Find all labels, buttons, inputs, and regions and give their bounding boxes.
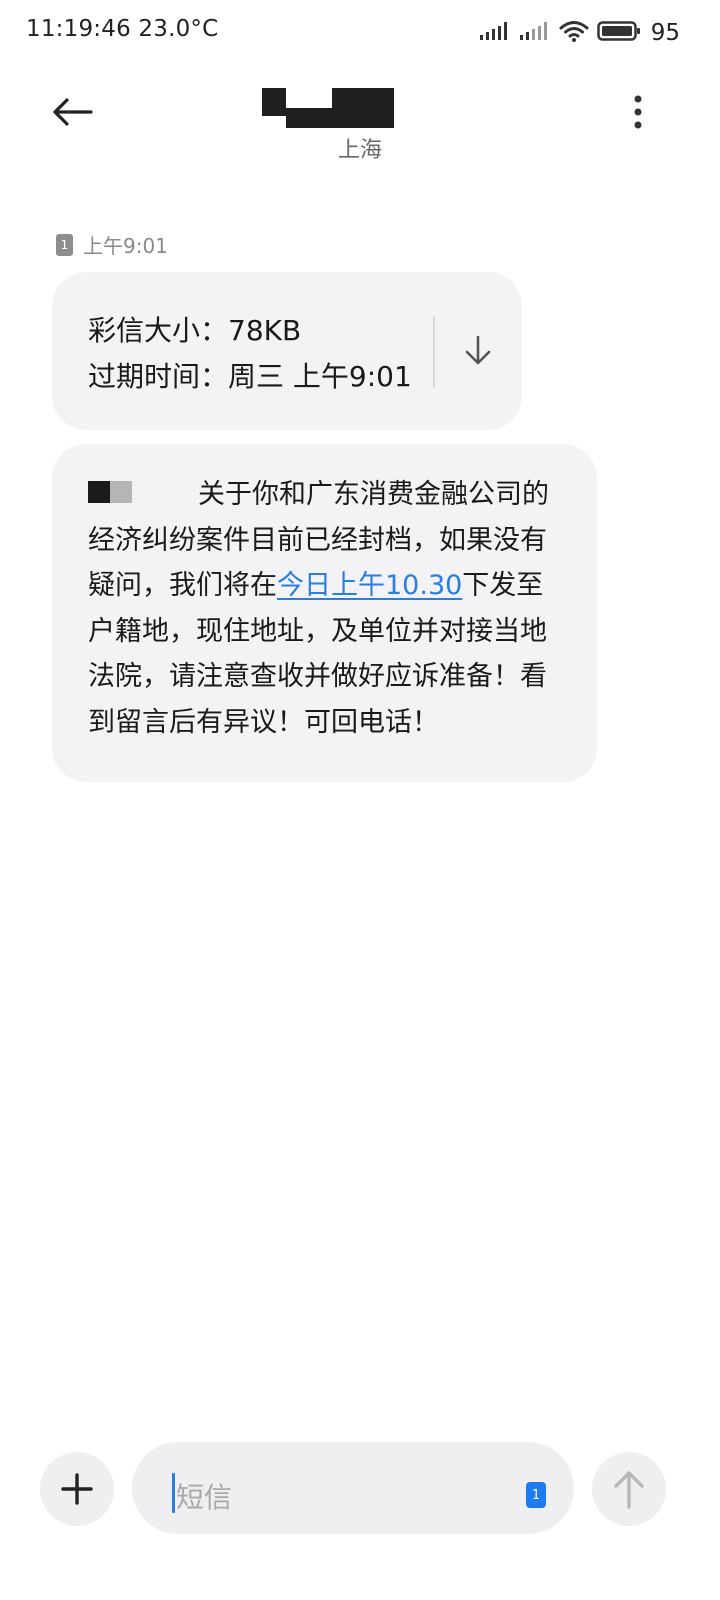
- message-input-placeholder: 短信: [176, 1481, 233, 1514]
- conversation-header: 上海: [0, 72, 720, 172]
- contact-location: 上海: [337, 138, 382, 163]
- sms-conversation-screen: 11:19:46 23.0°C 95 上海 1 上午9:01 彩信大小：78KB…: [0, 0, 720, 1600]
- signal-icon: [479, 21, 511, 45]
- message-body: 关于你和广东消费金融公司的 经济纠纷案件目前已经封档，如果没有 疑问，我们将在今…: [88, 472, 568, 745]
- battery-level: 95: [650, 20, 680, 46]
- message-line: 疑问，我们将在今日上午10.30下发至: [88, 570, 544, 601]
- plus-icon: [61, 1473, 93, 1505]
- message-bubble[interactable]: 关于你和广东消费金融公司的 经济纠纷案件目前已经封档，如果没有 疑问，我们将在今…: [52, 444, 597, 782]
- mms-info: 彩信大小：78KB 过期时间：周三 上午9:01: [88, 308, 412, 400]
- add-attachment-button[interactable]: [40, 1452, 114, 1526]
- more-options-button[interactable]: [618, 90, 658, 134]
- mms-download-button[interactable]: [456, 328, 500, 372]
- message-input[interactable]: 短信 1: [132, 1442, 574, 1534]
- sim-card-icon[interactable]: 1: [526, 1482, 546, 1508]
- message-line: 到留言后有异议！可回电话！: [88, 706, 439, 738]
- contact-name-redacted[interactable]: [262, 88, 414, 132]
- back-arrow-icon: [53, 98, 93, 126]
- message-timestamp: 上午9:01: [83, 234, 168, 258]
- send-arrow-icon: [614, 1471, 644, 1509]
- status-icons: 95: [479, 18, 680, 48]
- status-bar: 11:19:46 23.0°C 95: [0, 0, 720, 64]
- download-arrow-icon: [465, 335, 491, 365]
- mms-message-card[interactable]: 彩信大小：78KB 过期时间：周三 上午9:01: [52, 272, 522, 430]
- signal-icon-secondary: [519, 21, 551, 45]
- time-link[interactable]: 今日上午10.30: [277, 570, 462, 601]
- more-vert-icon: [634, 95, 642, 129]
- send-button[interactable]: [592, 1452, 666, 1526]
- sim-card-icon: 1: [56, 233, 73, 256]
- status-time-temperature: 11:19:46 23.0°C: [26, 16, 219, 42]
- message-line: 户籍地，现住地址，及单位并对接当地: [88, 615, 547, 647]
- message-line: 关于你和广东消费金融公司的: [88, 472, 568, 518]
- battery-icon: [596, 20, 641, 46]
- redacted-text: [88, 480, 132, 503]
- text-caret: [172, 1473, 175, 1513]
- mms-expiry: 过期时间：周三 上午9:01: [88, 360, 412, 393]
- mms-divider: [433, 316, 435, 388]
- wifi-icon: [559, 20, 589, 46]
- message-timestamp-row: 1 上午9:01: [56, 230, 168, 259]
- message-line: 法院，请注意查收并做好应诉准备！看: [88, 661, 547, 692]
- back-button[interactable]: [44, 90, 100, 134]
- message-line: 经济纠纷案件目前已经封档，如果没有: [88, 524, 547, 556]
- mms-size: 彩信大小：78KB: [88, 314, 302, 347]
- composer-bar: 短信 1: [0, 1436, 720, 1546]
